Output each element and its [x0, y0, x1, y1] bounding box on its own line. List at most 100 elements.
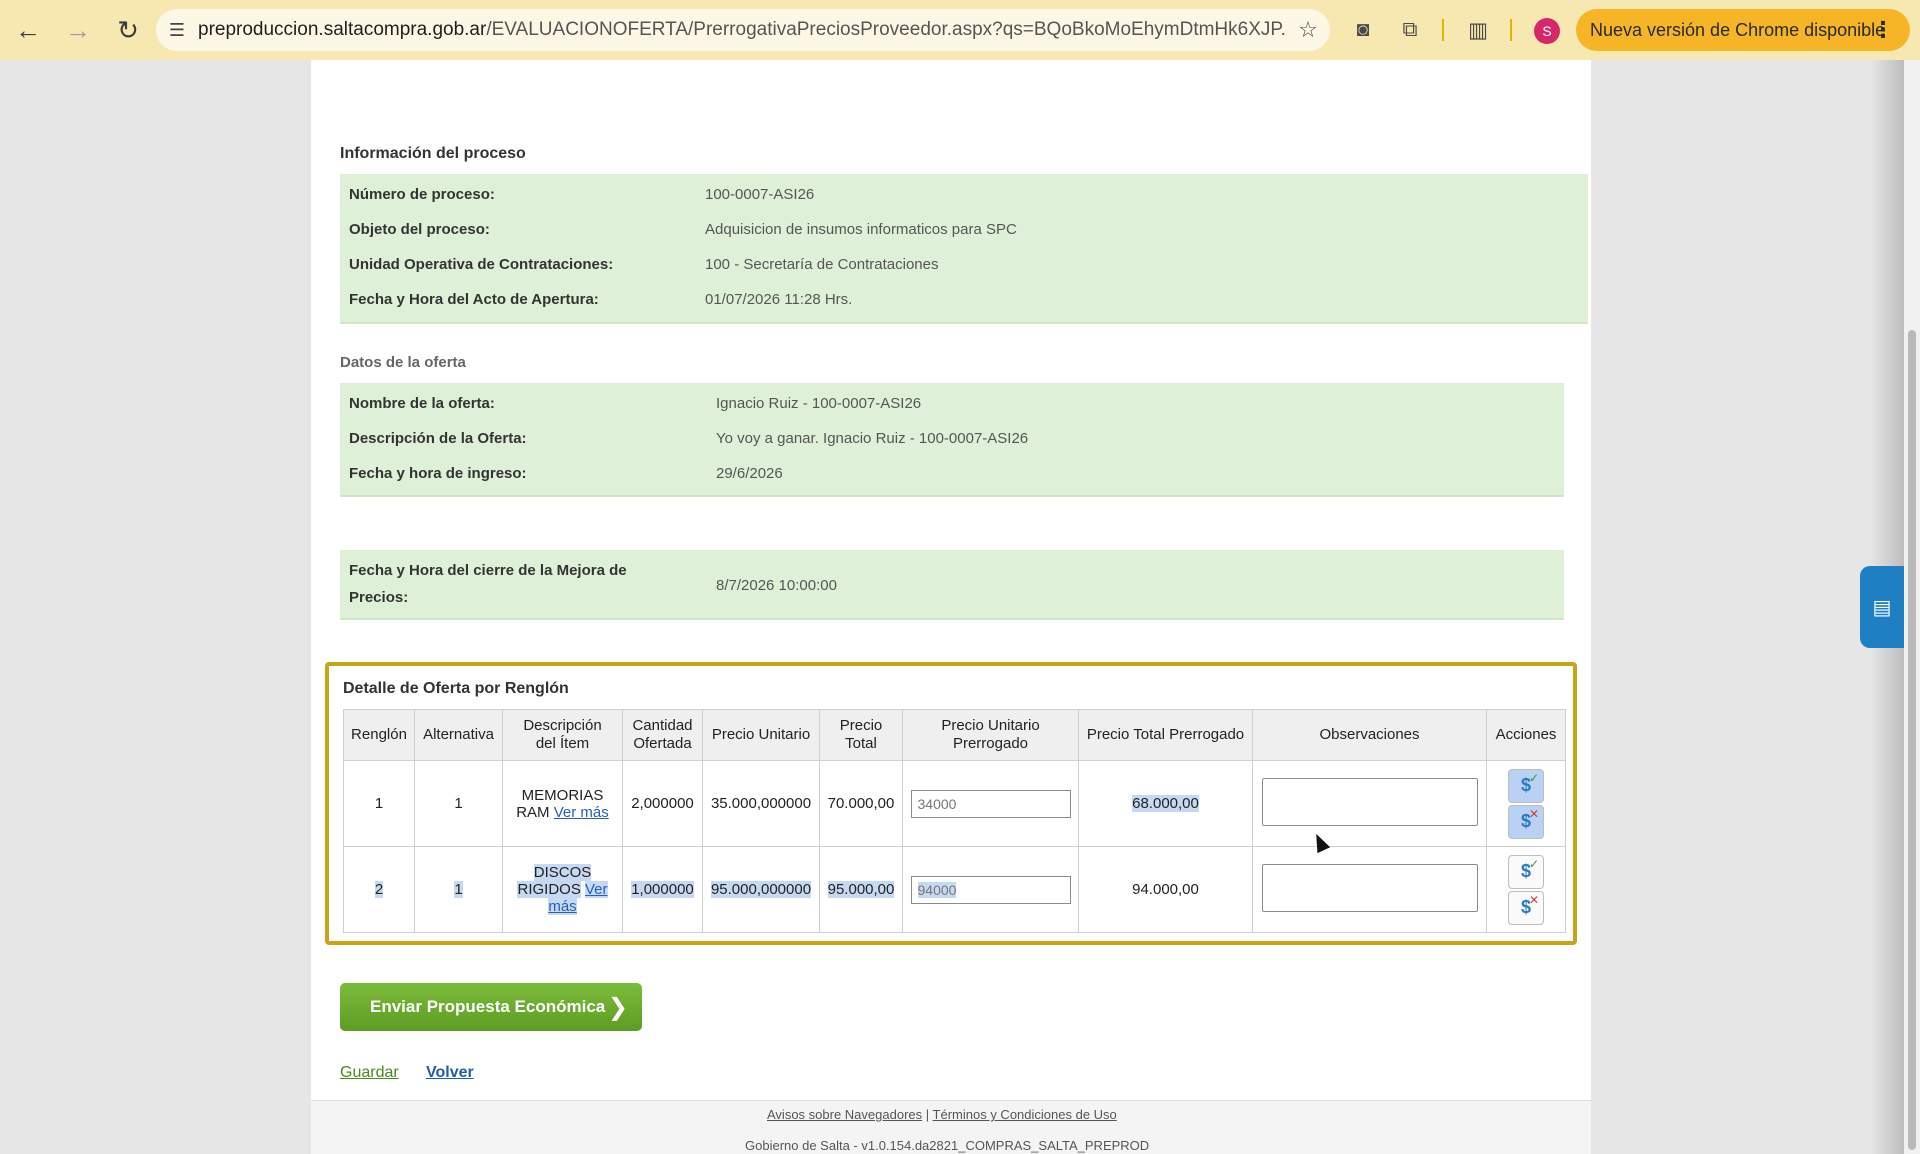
- toolbar-separator: [1442, 19, 1444, 41]
- opening-date-label: Fecha y Hora del Acto de Apertura:: [349, 291, 599, 308]
- version-text: Gobierno de Salta - v1.0.154.da2821_COMP…: [745, 1138, 1150, 1153]
- screenshot-icon[interactable]: ◙: [1345, 12, 1381, 48]
- cell-observaciones: [1252, 760, 1487, 847]
- alternativa-value: 1: [454, 881, 463, 898]
- col-precio-total-l2: Total: [845, 735, 877, 752]
- col-descripcion-l1: Descripción: [523, 717, 602, 734]
- cell-precio-total: 95.000,00: [819, 846, 903, 933]
- item-name-l2: RAM: [516, 803, 550, 821]
- scrollbar[interactable]: [1904, 60, 1920, 1154]
- observations-textarea[interactable]: [1261, 863, 1478, 912]
- cell-pt-prerrogado: 94.000,00: [1078, 846, 1253, 933]
- cell-cantidad: 2,000000: [622, 760, 703, 847]
- col-pu-prerrogado-l2: Prerrogado: [952, 735, 1029, 752]
- extensions-icon[interactable]: ⧉: [1392, 12, 1428, 48]
- document-side-tab-icon[interactable]: ▤: [1860, 566, 1904, 648]
- offer-detail-panel: Detalle de Oferta por Renglón Renglón Al…: [325, 662, 1577, 945]
- total-prerrogado-value: 68.000,00: [1132, 795, 1199, 812]
- item-name-l2: RIGIDOS: [517, 881, 581, 898]
- offer-info-title: Datos de la oferta: [340, 354, 466, 371]
- reject-price-icon[interactable]: $ ✕: [1508, 804, 1544, 839]
- col-pu-prerrogado: Precio Unitario Prerrogado: [902, 709, 1079, 761]
- col-alternativa: Alternativa: [414, 709, 503, 761]
- chrome-update-button[interactable]: Nueva versión de Chrome disponible ⋮: [1576, 9, 1910, 51]
- site-info-icon[interactable]: ☰: [156, 9, 198, 51]
- cell-pu-prerrogado: 94000: [902, 846, 1079, 933]
- process-number-value: 100-0007-ASI26: [705, 186, 815, 203]
- more-menu-icon[interactable]: ⋮: [1872, 17, 1894, 43]
- item-name-l1: MEMORIAS: [521, 786, 604, 804]
- terms-link[interactable]: Términos y Condiciones de Uso: [933, 1107, 1117, 1122]
- table-header-row: Renglón Alternativa Descripción del Ítem …: [343, 709, 1566, 761]
- chevron-right-icon: ❯: [607, 993, 628, 1021]
- reading-mode-icon[interactable]: ▥: [1460, 12, 1496, 48]
- offer-description-label: Descripción de la Oferta:: [349, 430, 527, 447]
- item-name-l1: DISCOS: [533, 864, 592, 881]
- cell-acciones: $ ✓ $ ✕: [1486, 846, 1566, 933]
- offer-name-label: Nombre de la oferta:: [349, 395, 495, 412]
- confirm-price-icon[interactable]: $ ✓: [1508, 854, 1544, 889]
- closing-date-value: 8/7/2026 10:00:00: [716, 577, 837, 594]
- offer-date-value: 29/6/2026: [716, 465, 783, 482]
- ver-mas-link[interactable]: Ver más: [554, 804, 609, 821]
- send-button-label: Enviar Propuesta Económica: [370, 997, 606, 1016]
- process-number-label: Número de proceso:: [349, 186, 495, 203]
- closing-label-line1: Fecha y Hora del cierre de la Mejora de: [349, 562, 627, 579]
- ver-mas-link-cont[interactable]: más: [548, 898, 577, 915]
- send-economic-proposal-button[interactable]: Enviar Propuesta Económica ❯: [340, 983, 642, 1031]
- footer-separator: |: [925, 1107, 930, 1122]
- col-precio-total: Precio Total: [819, 709, 903, 761]
- col-observaciones: Observaciones: [1252, 709, 1487, 761]
- precio-unitario-value: 95.000,000000: [710, 881, 812, 898]
- col-cantidad-l1: Cantidad: [632, 717, 693, 734]
- closing-label-line2: Precios:: [349, 589, 409, 606]
- back-link[interactable]: Volver: [426, 1064, 474, 1082]
- renglon-value: 2: [374, 881, 384, 898]
- col-precio-unitario: Precio Unitario: [702, 709, 820, 761]
- browsers-notice-link[interactable]: Avisos sobre Navegadores: [767, 1107, 922, 1122]
- unit-price-input[interactable]: 34000: [910, 789, 1071, 818]
- closing-date-box: [340, 550, 1564, 620]
- profile-avatar[interactable]: S: [1534, 18, 1560, 44]
- update-label: Nueva versión de Chrome disponible: [1590, 19, 1886, 40]
- address-bar[interactable]: ☰ preproduccion.saltacompra.gob.ar/EVALU…: [156, 9, 1330, 51]
- cell-precio-total: 70.000,00: [819, 760, 903, 847]
- offer-description-value: Yo voy a ganar. Ignacio Ruiz - 100-0007-…: [716, 430, 1029, 447]
- observations-textarea[interactable]: [1261, 777, 1478, 826]
- confirm-price-icon[interactable]: $ ✓: [1508, 768, 1544, 803]
- cell-alternativa: 1: [414, 760, 503, 847]
- back-icon[interactable]: ←: [6, 8, 50, 52]
- cell-descripcion: MEMORIAS RAM Ver más: [502, 760, 623, 847]
- save-link[interactable]: Guardar: [340, 1064, 399, 1082]
- operating-unit-value: 100 - Secretaría de Contrataciones: [705, 256, 939, 273]
- col-renglon: Renglón: [343, 709, 415, 761]
- reject-price-icon[interactable]: $ ✕: [1508, 890, 1544, 925]
- opening-date-value: 01/07/2026 11:28 Hrs.: [705, 291, 853, 308]
- cell-observaciones: [1252, 846, 1487, 933]
- url-text[interactable]: preproduccion.saltacompra.gob.ar/EVALUAC…: [198, 19, 1286, 41]
- offer-detail-table: Renglón Alternativa Descripción del Ítem …: [343, 709, 1566, 933]
- process-info-title: Información del proceso: [340, 145, 526, 162]
- offer-name-value: Ignacio Ruiz - 100-0007-ASI26: [716, 395, 922, 412]
- cell-cantidad: 1,000000: [622, 846, 703, 933]
- offer-date-label: Fecha y hora de ingreso:: [349, 465, 527, 482]
- col-descripcion-l2: del Ítem: [535, 735, 590, 752]
- precio-total-value: 95.000,00: [827, 881, 895, 898]
- bookmark-star-icon[interactable]: ☆: [1286, 17, 1330, 43]
- col-cantidad-l2: Ofertada: [633, 735, 692, 752]
- url-host: preproduccion.saltacompra.gob.ar: [198, 19, 487, 40]
- toolbar-separator: [1510, 19, 1512, 41]
- process-object-value: Adquisicion de insumos informaticos para…: [705, 221, 1017, 238]
- col-descripcion: Descripción del Ítem: [502, 709, 623, 761]
- cell-precio-unitario: 95.000,000000: [702, 846, 820, 933]
- forward-icon[interactable]: →: [56, 8, 100, 52]
- cell-precio-unitario: 35.000,000000: [702, 760, 820, 847]
- scrollbar-thumb[interactable]: [1908, 330, 1916, 1150]
- unit-price-input[interactable]: 94000: [910, 875, 1071, 904]
- url-path: /EVALUACIONOFERTA/PrerrogativaPreciosPro…: [486, 19, 1286, 40]
- reload-icon[interactable]: ↻: [106, 8, 150, 52]
- footer-links: Avisos sobre Navegadores | Términos y Co…: [767, 1107, 1117, 1122]
- cell-pu-prerrogado: 34000: [902, 760, 1079, 847]
- ver-mas-link[interactable]: Ver: [585, 881, 608, 898]
- table-row: 1 1 MEMORIAS RAM Ver más 2,000000 35.000,…: [343, 760, 1566, 847]
